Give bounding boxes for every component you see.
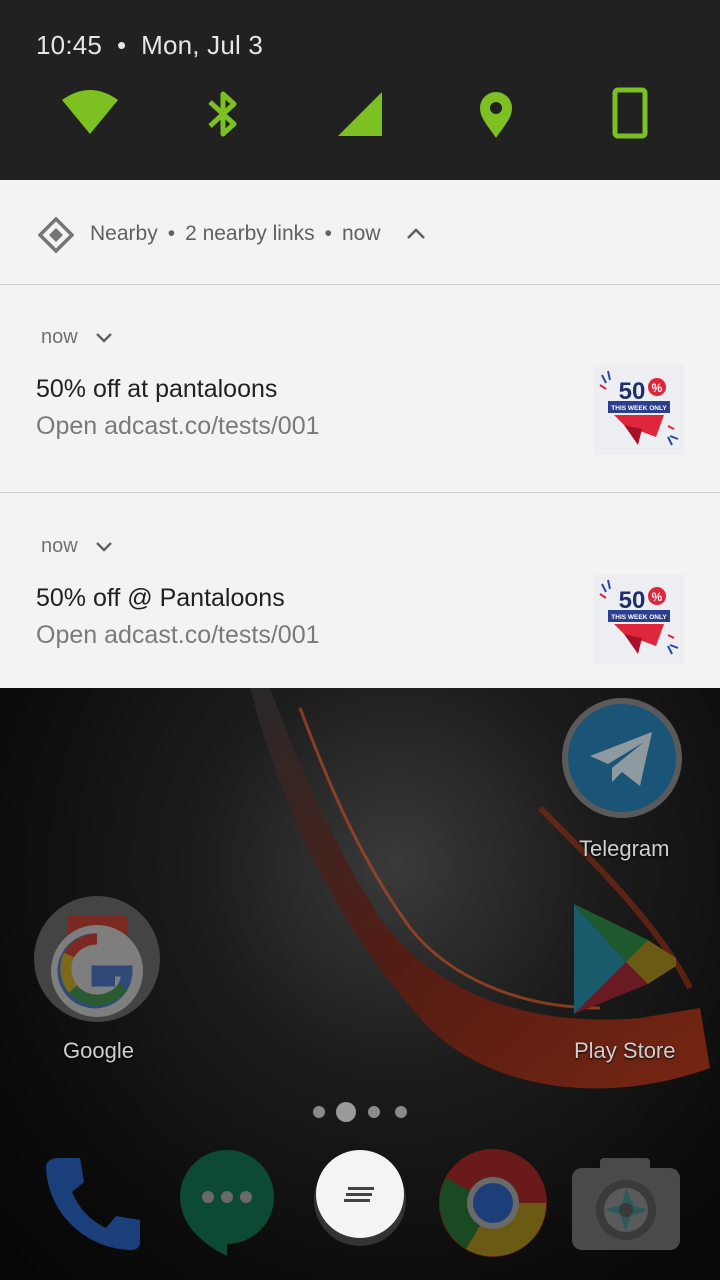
notification-item[interactable]: now 50% off @ Pantaloons Open adcast.co/… bbox=[0, 493, 720, 701]
notification-title: 50% off @ Pantaloons bbox=[36, 584, 285, 612]
google-label: Google bbox=[63, 1038, 134, 1063]
nearby-summary: 2 nearby links bbox=[185, 222, 315, 245]
cell-signal-icon[interactable] bbox=[334, 86, 394, 142]
expand-chevron-icon[interactable] bbox=[94, 329, 114, 347]
badge-number: 50 bbox=[619, 378, 646, 405]
badge-subtitle: THIS WEEK ONLY bbox=[611, 405, 667, 412]
notification-title: 50% off at pantaloons bbox=[36, 375, 278, 403]
google-icon bbox=[34, 896, 160, 1022]
badge-subtitle: THIS WEEK ONLY bbox=[611, 614, 667, 621]
page-dot-current bbox=[336, 1102, 356, 1122]
promo-thumbnail: THIS WEEK ONLY 50 % bbox=[594, 574, 684, 664]
camera-dock-button[interactable] bbox=[570, 1154, 682, 1252]
nearby-time: now bbox=[342, 222, 381, 245]
bluetooth-icon[interactable] bbox=[196, 86, 250, 142]
page-dot bbox=[368, 1106, 380, 1118]
wifi-icon[interactable] bbox=[60, 86, 120, 142]
status-date: Mon, Jul 3 bbox=[141, 30, 264, 60]
nearby-icon bbox=[37, 216, 75, 254]
phone-icon bbox=[46, 1158, 140, 1250]
notification-item[interactable]: now 50% off at pantaloons Open adcast.co… bbox=[0, 284, 720, 493]
google-app[interactable] bbox=[33, 895, 161, 1023]
chrome-icon bbox=[439, 1149, 547, 1257]
status-datetime: 10:45 • Mon, Jul 3 bbox=[36, 30, 264, 60]
status-time: 10:45 bbox=[36, 30, 103, 60]
hangouts-icon bbox=[180, 1150, 274, 1256]
notification-time: now bbox=[41, 326, 78, 348]
badge-number: 50 bbox=[619, 587, 646, 614]
phone-dock-button[interactable] bbox=[40, 1152, 144, 1256]
location-icon[interactable] bbox=[466, 86, 526, 142]
page-dot bbox=[395, 1106, 407, 1118]
nearby-group-header[interactable]: Nearby • 2 nearby links • now bbox=[0, 180, 720, 285]
app-drawer-button[interactable] bbox=[312, 1146, 408, 1246]
quick-settings: 10:45 • Mon, Jul 3 bbox=[0, 0, 720, 180]
notification-body: Open adcast.co/tests/001 bbox=[36, 412, 320, 440]
collapse-chevron-icon[interactable] bbox=[405, 224, 427, 244]
nearby-app-name: Nearby bbox=[90, 222, 158, 245]
expand-chevron-icon[interactable] bbox=[94, 538, 114, 556]
notification-panel: Nearby • 2 nearby links • now now 50% off at… bbox=[0, 180, 720, 688]
play-store-app[interactable] bbox=[570, 900, 680, 1018]
home-screen: Telegram Google Play Store bbox=[0, 688, 720, 1280]
badge-percent: % bbox=[652, 590, 663, 604]
page-indicator bbox=[310, 1100, 410, 1124]
play-store-label: Play Store bbox=[574, 1038, 676, 1063]
telegram-icon bbox=[562, 698, 682, 818]
app-drawer-icon bbox=[314, 1150, 406, 1246]
promo-thumbnail: THIS WEEK ONLY 50 % bbox=[594, 365, 684, 455]
hangouts-dock-button[interactable] bbox=[178, 1148, 276, 1258]
badge-percent: % bbox=[652, 381, 663, 395]
page-dot bbox=[313, 1106, 325, 1118]
telegram-label: Telegram bbox=[579, 836, 670, 861]
telegram-app[interactable] bbox=[560, 696, 684, 820]
rotation-portrait-icon[interactable] bbox=[600, 86, 660, 142]
chrome-dock-button[interactable] bbox=[438, 1148, 548, 1258]
play-store-icon bbox=[574, 904, 676, 1014]
notification-body: Open adcast.co/tests/001 bbox=[36, 621, 320, 649]
notification-time: now bbox=[41, 535, 78, 557]
camera-icon bbox=[572, 1158, 680, 1250]
